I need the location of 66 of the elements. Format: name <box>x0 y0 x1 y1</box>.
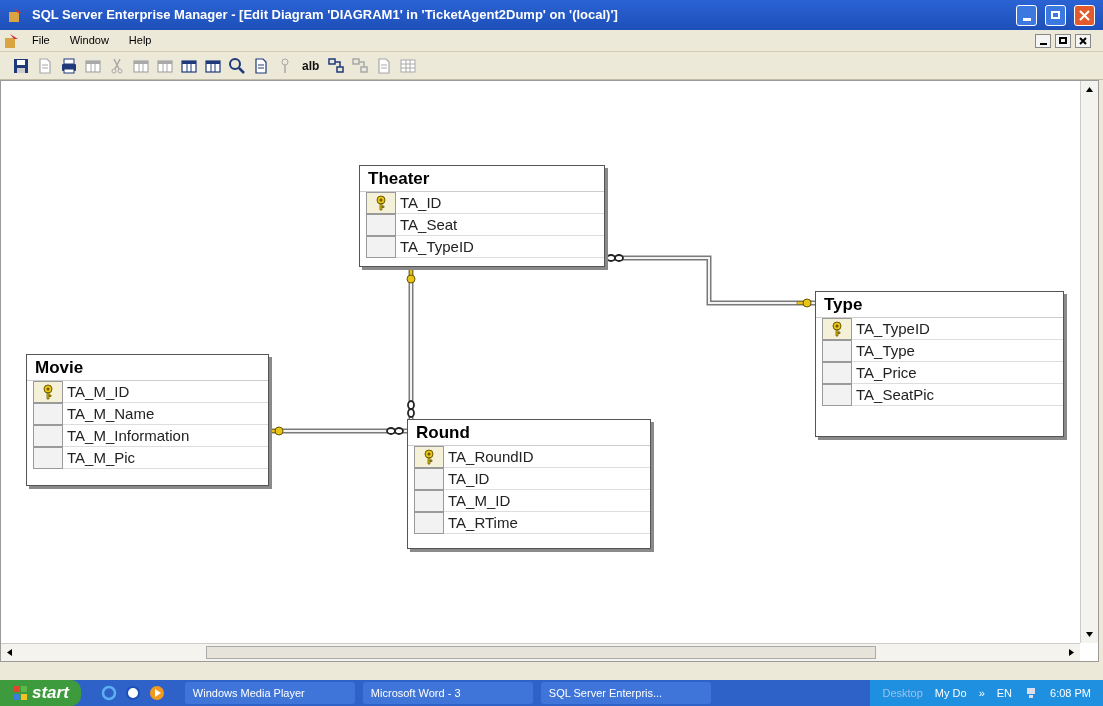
column-name: TA_M_ID <box>63 381 268 403</box>
row-selector[interactable] <box>414 512 444 534</box>
row-selector[interactable] <box>822 384 852 406</box>
play-icon[interactable] <box>148 685 165 701</box>
diagram-icon[interactable] <box>327 56 346 75</box>
row-selector[interactable] <box>414 468 444 490</box>
row-selector[interactable] <box>414 490 444 512</box>
horizontal-scrollbar[interactable] <box>1 643 1080 661</box>
close-icon <box>1079 9 1090 21</box>
column-name: TA_M_ID <box>444 490 650 512</box>
table-card[interactable]: Theater TA_ID TA_Seat TA_TypeID <box>359 165 605 267</box>
clock: 6:08 PM <box>1050 685 1091 701</box>
column-name: TA_M_Information <box>63 425 268 447</box>
menu-item[interactable]: File <box>24 32 58 49</box>
restore-button[interactable] <box>1055 33 1071 48</box>
relationship-line[interactable] <box>406 268 416 420</box>
taskbar-button[interactable]: Microsoft Word - 3 <box>362 682 533 704</box>
row-selector[interactable] <box>822 340 852 362</box>
close-icon <box>1079 36 1087 45</box>
column-name: TA_M_Pic <box>63 447 268 469</box>
app-icon <box>8 7 24 23</box>
column-name: TA_TypeID <box>852 318 1063 340</box>
taskbar-button[interactable]: SQL Server Enterpris... <box>540 682 711 704</box>
column-name: TA_RoundID <box>444 446 650 468</box>
windows-logo <box>12 685 28 701</box>
column-name: TA_Seat <box>396 214 604 236</box>
app-icon[interactable] <box>4 32 20 49</box>
row-selector[interactable] <box>822 362 852 384</box>
row-selector[interactable] <box>822 318 852 340</box>
row-selector[interactable] <box>33 425 63 447</box>
row-selector[interactable] <box>366 214 396 236</box>
table-card[interactable]: Type TA_TypeID TA_Type TA_Price TA_SeatPic <box>815 291 1064 437</box>
row-selector[interactable] <box>366 236 396 258</box>
minimize-button[interactable] <box>1035 33 1051 48</box>
column-name: TA_ID <box>444 468 650 490</box>
key-icon <box>423 449 435 465</box>
magnifier-icon[interactable] <box>228 56 246 75</box>
menu-item[interactable]: Window <box>61 32 117 49</box>
column-name: TA_SeatPic <box>852 384 1063 406</box>
row-selector[interactable] <box>33 403 63 425</box>
row-selector[interactable] <box>366 192 396 214</box>
menu-item[interactable]: Help <box>120 32 160 49</box>
column-name: TA_M_Name <box>63 403 268 425</box>
key-icon <box>831 321 843 337</box>
table-card[interactable]: Movie TA_M_ID TA_M_Name TA_M_Information TA_M_Pic <box>26 354 269 486</box>
column-name: TA_ID <box>396 192 604 214</box>
column-name: TA_RTime <box>444 512 650 534</box>
vertical-scrollbar[interactable] <box>1080 81 1098 643</box>
key-icon <box>375 195 387 211</box>
save-icon[interactable] <box>12 56 30 75</box>
row-selector[interactable] <box>33 381 63 403</box>
close-button[interactable] <box>1075 33 1091 48</box>
row-selector[interactable] <box>414 446 444 468</box>
print-icon[interactable] <box>60 56 78 75</box>
browser-icon[interactable] <box>124 685 141 701</box>
key-icon <box>42 384 54 400</box>
table-card[interactable]: Round TA_RoundID TA_ID TA_M_ID TA_RTime <box>407 419 651 549</box>
column-name: TA_Price <box>852 362 1063 384</box>
start-button[interactable]: start <box>0 680 81 706</box>
page-icon[interactable] <box>252 56 270 75</box>
row-selector[interactable] <box>33 447 63 469</box>
window-title: SQL Server Enterprise Manager - [Edit Diagram 'DIAGRAM1' in 'TicketAgent2Dump' on '(local)'] <box>32 6 619 25</box>
column-name: TA_TypeID <box>396 236 604 258</box>
column-name: TA_Type <box>852 340 1063 362</box>
taskbar-button[interactable]: Windows Media Player <box>184 682 355 704</box>
text-label-button[interactable]: alb <box>300 59 322 72</box>
